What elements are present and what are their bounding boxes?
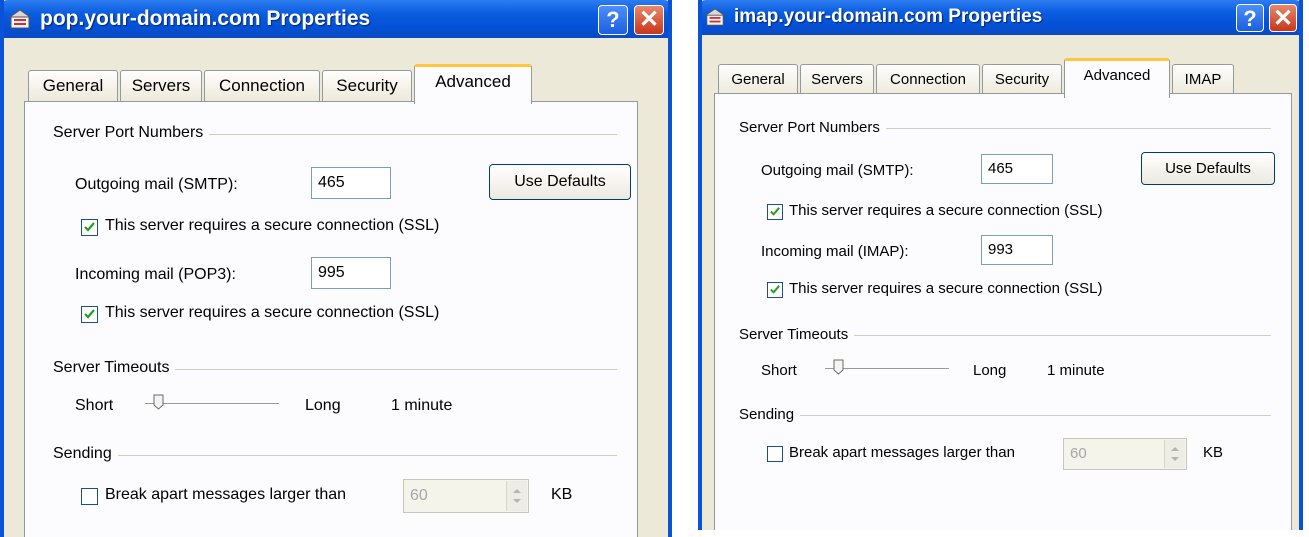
checkmark-icon [84,222,95,232]
mail-server-icon [8,9,32,29]
break-apart-label: Break apart messages larger than [789,444,1015,461]
checkmark-icon [770,207,780,216]
divider [741,415,1271,416]
pop-advanced-panel: Server Port Numbers Outgoing mail (SMTP)… [24,101,638,537]
ssl-incoming-checkbox[interactable] [767,282,783,298]
pop-title-bar[interactable]: pop.your-domain.com Properties ? ✕ [4,0,668,38]
short-label: Short [761,362,797,379]
imap-window-title: imap.your-domain.com Properties [734,6,1043,27]
help-icon[interactable]: ? [598,5,628,35]
divider [55,455,617,456]
break-apart-checkbox[interactable] [81,488,98,505]
kb-label: KB [551,486,573,503]
use-defaults-button[interactable]: Use Defaults [1141,152,1275,185]
server-port-numbers-heading: Server Port Numbers [739,119,886,136]
incoming-port-field[interactable]: 995 [311,257,391,289]
tab-advanced[interactable]: Advanced [1064,58,1170,98]
ssl-outgoing-label: This server requires a secure connection… [105,217,440,234]
checkmark-icon [84,309,95,319]
checkmark-icon [770,285,780,294]
outgoing-port-field[interactable]: 465 [311,167,391,199]
pop-properties-window: pop.your-domain.com Properties ? ✕ Gener… [0,0,672,537]
tab-general[interactable]: General [718,64,798,96]
tab-imap[interactable]: IMAP [1172,64,1234,96]
timeout-value: 1 minute [1047,362,1105,379]
spin-arrows-icon[interactable] [1164,440,1185,468]
ssl-incoming-label: This server requires a secure connection… [789,280,1103,297]
ssl-incoming-checkbox[interactable] [81,306,98,323]
incoming-mail-label: Incoming mail (IMAP): [761,243,909,260]
incoming-mail-label: Incoming mail (POP3): [75,266,236,283]
break-apart-checkbox[interactable] [767,446,783,462]
server-port-numbers-heading: Server Port Numbers [53,124,210,142]
incoming-port-field[interactable]: 993 [981,235,1053,265]
ssl-outgoing-label: This server requires a secure connection… [789,202,1103,219]
timeout-slider-thumb[interactable] [833,359,844,375]
help-icon[interactable]: ? [1236,4,1264,32]
server-timeouts-heading: Server Timeouts [739,326,855,343]
outgoing-mail-label: Outgoing mail (SMTP): [75,176,238,193]
break-size-spinner[interactable]: 60 [1063,438,1187,470]
ssl-outgoing-checkbox[interactable] [81,219,98,236]
ssl-incoming-label: This server requires a secure connection… [105,304,440,321]
timeout-value: 1 minute [391,397,453,414]
imap-properties-window: imap.your-domain.com Properties ? ✕ Gene… [698,0,1303,530]
tab-general[interactable]: General [28,70,118,102]
spin-arrows-icon[interactable] [506,481,527,511]
sending-heading: Sending [53,445,118,463]
imap-title-bar[interactable]: imap.your-domain.com Properties ? ✕ [702,0,1299,35]
timeout-slider-thumb[interactable] [153,394,164,410]
tab-security[interactable]: Security [322,70,412,102]
ssl-outgoing-checkbox[interactable] [767,204,783,220]
mail-server-icon [704,8,726,26]
imap-advanced-panel: Server Port Numbers Outgoing mail (SMTP)… [714,93,1292,530]
break-size-spinner[interactable]: 60 [403,479,529,513]
tab-connection[interactable]: Connection [876,64,980,96]
outgoing-mail-label: Outgoing mail (SMTP): [761,162,914,179]
tab-connection[interactable]: Connection [204,70,320,102]
tab-security[interactable]: Security [982,64,1062,96]
pop-window-title: pop.your-domain.com Properties [40,7,371,30]
timeout-slider-track[interactable] [145,403,279,405]
kb-label: KB [1203,444,1224,461]
sending-heading: Sending [739,406,801,423]
long-label: Long [305,397,341,414]
break-size-value: 60 [410,487,428,504]
close-icon[interactable]: ✕ [1269,4,1297,32]
long-label: Long [973,362,1007,379]
break-apart-label: Break apart messages larger than [105,486,347,503]
server-timeouts-heading: Server Timeouts [53,359,176,377]
short-label: Short [75,397,114,414]
tab-advanced[interactable]: Advanced [414,64,532,104]
tab-servers[interactable]: Servers [120,70,202,102]
tab-servers[interactable]: Servers [800,64,874,96]
break-size-value: 60 [1070,445,1087,462]
use-defaults-button[interactable]: Use Defaults [489,164,631,200]
outgoing-port-field[interactable]: 465 [981,154,1053,184]
close-icon[interactable]: ✕ [634,5,664,35]
